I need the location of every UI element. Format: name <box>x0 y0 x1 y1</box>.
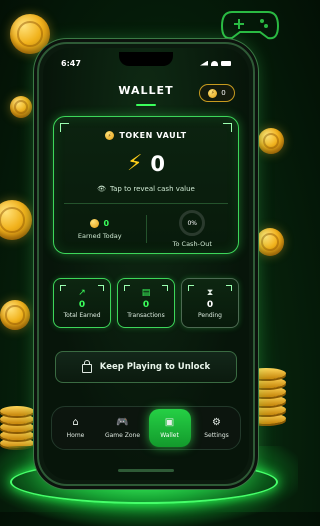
stat-label: Transactions <box>127 311 165 319</box>
divider <box>64 203 228 204</box>
cashout-progress-ring: 0% <box>179 210 206 236</box>
nav-label: Settings <box>204 431 229 439</box>
coin-icon: ⚡ <box>208 88 218 98</box>
corner-accent <box>98 285 104 291</box>
coin-decoration <box>10 14 50 54</box>
stat-transactions[interactable]: ▤ 0 Transactions <box>117 278 175 328</box>
coin-decoration <box>10 96 32 118</box>
cashout-percent: 0% <box>187 219 198 227</box>
corner-accent <box>60 285 66 291</box>
nav-label: Home <box>66 431 85 439</box>
cashout-progress: 0% To Cash-Out <box>147 209 239 249</box>
stat-pending[interactable]: ⧗ 0 Pending <box>181 278 239 328</box>
balance-pill[interactable]: ⚡ 0 <box>199 84 235 102</box>
corner-accent <box>226 285 232 291</box>
status-bar: 6:47 <box>61 56 231 70</box>
lightning-icon: ⚡ <box>126 151 143 176</box>
keep-playing-button[interactable]: Keep Playing to Unlock <box>55 351 237 383</box>
coin-icon <box>90 218 100 228</box>
coin-stack-decoration <box>0 378 34 448</box>
stat-label: Total Earned <box>63 311 101 319</box>
stats-row: ↗ 0 Total Earned ▤ 0 Transactions ⧗ 0 Pe… <box>53 278 239 328</box>
stat-value: 0 <box>206 299 214 310</box>
vault-label: TOKEN VAULT <box>119 131 187 140</box>
vault-amount-value: 0 <box>150 151 166 176</box>
reveal-text: Tap to reveal cash value <box>110 185 195 193</box>
battery-icon <box>221 60 231 66</box>
phone-frame: 6:47 WALLET ⚡ 0 ⚡ TOKEN VAULT ⚡ 0 👁 Tap … <box>37 42 255 486</box>
gamepad-icon: 🎮 <box>116 416 129 428</box>
earned-today-value-row: 0 <box>90 218 110 228</box>
hourglass-icon: ⧗ <box>206 287 214 298</box>
signal-icon <box>200 60 208 66</box>
nav-label: Wallet <box>160 431 179 439</box>
home-icon: ⌂ <box>72 416 79 428</box>
nav-label: Game Zone <box>104 431 141 439</box>
stat-total-earned[interactable]: ↗ 0 Total Earned <box>53 278 111 328</box>
lock-icon <box>81 360 92 373</box>
bottom-nav: ⌂ Home 🎮 Game Zone ▣ Wallet ⚙ Settings <box>51 406 241 450</box>
nav-settings[interactable]: ⚙ Settings <box>196 409 238 447</box>
nav-wallet[interactable]: ▣ Wallet <box>148 409 191 447</box>
corner-accent <box>162 285 168 291</box>
corner-accent <box>188 285 194 291</box>
corner-accent <box>124 285 130 291</box>
stat-value: 0 <box>142 299 150 310</box>
earned-today-label: Earned Today <box>77 231 122 240</box>
title-underline <box>136 104 156 106</box>
earned-today-value: 0 <box>103 218 110 228</box>
gear-icon: ⚙ <box>212 416 221 428</box>
app-header: WALLET ⚡ 0 <box>43 80 249 106</box>
trending-up-icon: ↗ <box>78 287 86 298</box>
wallet-icon: ▣ <box>164 416 175 428</box>
cashout-label: To Cash-Out <box>172 240 212 248</box>
coin-decoration <box>258 128 284 154</box>
token-vault-card: ⚡ TOKEN VAULT ⚡ 0 👁 Tap to reveal cash v… <box>53 116 239 254</box>
stat-label: Pending <box>198 311 222 319</box>
nav-game-zone[interactable]: 🎮 Game Zone <box>102 409 144 447</box>
vault-summary: 0 Earned Today 0% To Cash-Out <box>54 209 238 249</box>
eye-icon: 👁 <box>97 185 107 193</box>
unlock-label: Keep Playing to Unlock <box>99 362 211 372</box>
vault-amount: ⚡ 0 <box>54 151 238 176</box>
reveal-cash-button[interactable]: 👁 Tap to reveal cash value <box>54 185 238 193</box>
nav-home[interactable]: ⌂ Home <box>55 409 97 447</box>
status-icons <box>200 60 231 66</box>
receipt-icon: ▤ <box>141 287 151 298</box>
coin-decoration <box>0 300 30 330</box>
wifi-icon <box>211 60 218 66</box>
app-screen: 6:47 WALLET ⚡ 0 ⚡ TOKEN VAULT ⚡ 0 👁 Tap … <box>43 48 249 480</box>
balance-value: 0 <box>221 89 226 97</box>
coin-decoration <box>0 200 32 240</box>
coin-decoration <box>256 228 284 256</box>
status-time: 6:47 <box>61 58 81 68</box>
gamepad-decoration-icon <box>220 11 280 40</box>
earned-today: 0 Earned Today <box>54 209 146 249</box>
home-indicator <box>118 469 174 472</box>
coin-icon: ⚡ <box>105 131 115 140</box>
stat-value: 0 <box>78 299 86 310</box>
vault-header: ⚡ TOKEN VAULT <box>54 131 238 140</box>
